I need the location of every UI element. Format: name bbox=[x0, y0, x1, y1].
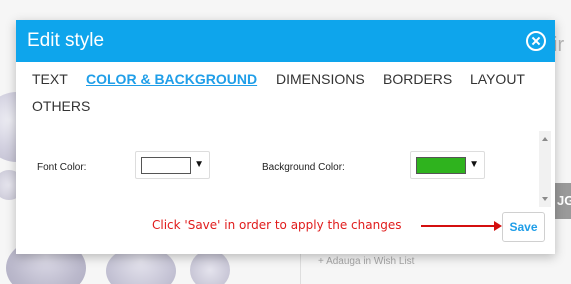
chevron-down-icon: ▼ bbox=[469, 159, 479, 170]
tab-dimensions[interactable]: DIMENSIONS bbox=[276, 71, 365, 87]
tab-layout[interactable]: LAYOUT bbox=[470, 71, 525, 87]
dialog-header: Edit style bbox=[16, 20, 555, 62]
hint-arrow-icon bbox=[421, 225, 497, 227]
font-color-picker[interactable]: ▼ bbox=[135, 151, 210, 179]
tab-color-background[interactable]: COLOR & BACKGROUND bbox=[86, 71, 257, 87]
tab-others[interactable]: OTHERS bbox=[32, 98, 90, 114]
save-hint-text: Click 'Save' in order to apply the chang… bbox=[152, 218, 402, 232]
scroll-down-icon[interactable] bbox=[542, 197, 548, 201]
product-image bbox=[190, 250, 230, 284]
edit-style-dialog: Edit style TEXT COLOR & BACKGROUND DIMEN… bbox=[16, 20, 555, 254]
background-divider bbox=[300, 250, 301, 284]
background-color-label: Background Color: bbox=[262, 162, 345, 173]
font-color-label: Font Color: bbox=[37, 162, 87, 173]
chevron-down-icon: ▼ bbox=[194, 159, 204, 170]
tab-borders[interactable]: BORDERS bbox=[383, 71, 452, 87]
panel-scrollbar[interactable] bbox=[539, 131, 551, 207]
font-color-swatch bbox=[141, 157, 191, 174]
save-button[interactable]: Save bbox=[502, 212, 545, 242]
background-side-tab: JG bbox=[555, 183, 571, 219]
background-color-picker[interactable]: ▼ bbox=[410, 151, 485, 179]
style-options-panel: Font Color: ▼ Background Color: ▼ bbox=[16, 132, 555, 206]
arrow-head-icon bbox=[494, 221, 502, 231]
close-icon[interactable] bbox=[526, 31, 546, 51]
background-color-swatch bbox=[416, 157, 466, 174]
dialog-title: Edit style bbox=[27, 30, 105, 51]
tab-text[interactable]: TEXT bbox=[32, 71, 68, 87]
scroll-up-icon[interactable] bbox=[542, 137, 548, 141]
add-to-wishlist-link: + Adauga in Wish List bbox=[318, 256, 415, 267]
